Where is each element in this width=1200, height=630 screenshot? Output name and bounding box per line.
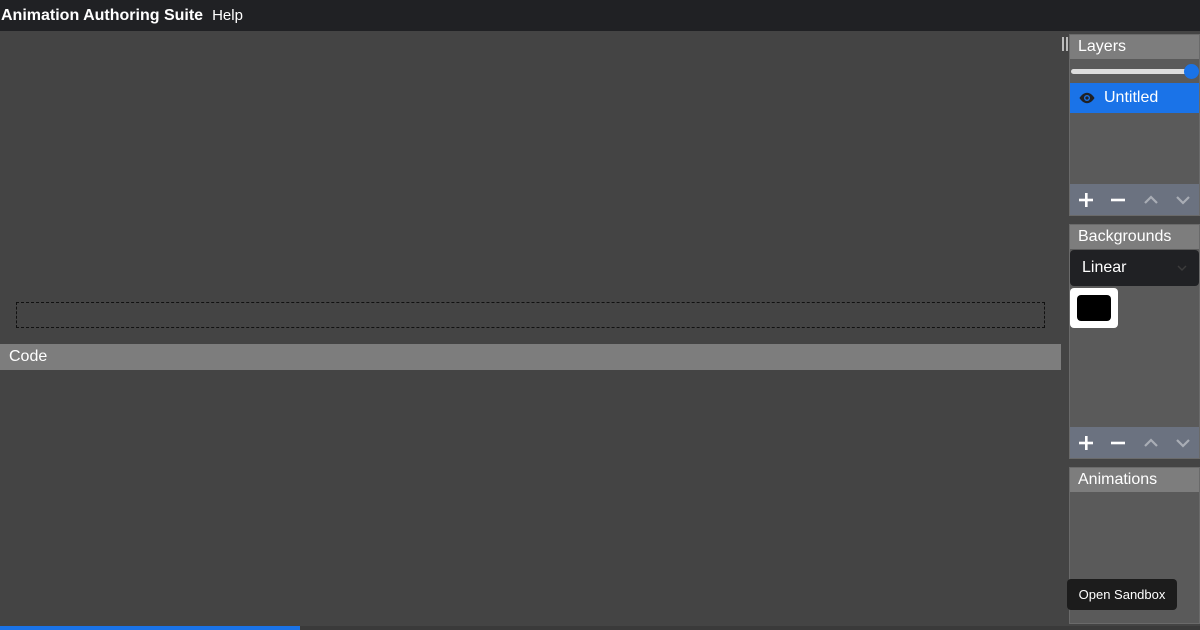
minus-icon — [1111, 198, 1126, 201]
plus-icon — [1079, 192, 1094, 207]
add-layer-button[interactable] — [1070, 184, 1102, 215]
move-layer-down-button[interactable] — [1167, 184, 1199, 215]
remove-background-button[interactable] — [1102, 427, 1134, 458]
layers-toolbar — [1070, 184, 1199, 215]
move-background-down-button[interactable] — [1167, 427, 1199, 458]
add-background-button[interactable] — [1070, 427, 1102, 458]
background-type-select[interactable]: Linear — [1070, 250, 1199, 286]
slider-thumb[interactable] — [1184, 64, 1199, 79]
eye-icon[interactable] — [1078, 92, 1096, 104]
menu-help[interactable]: Help — [212, 7, 243, 24]
move-background-up-button[interactable] — [1135, 427, 1167, 458]
plus-icon — [1079, 435, 1094, 450]
chevron-up-icon — [1143, 437, 1158, 447]
layers-panel: Layers Untitled — [1069, 34, 1200, 216]
background-type-value: Linear — [1082, 259, 1127, 276]
app-title: Animation Authoring Suite — [1, 6, 204, 24]
layer-item-untitled[interactable]: Untitled — [1070, 83, 1199, 113]
code-editor[interactable] — [0, 370, 1061, 626]
chevron-down-icon — [1176, 195, 1190, 205]
remove-layer-button[interactable] — [1102, 184, 1134, 215]
menubar: Animation Authoring Suite Help — [0, 0, 1200, 31]
layers-opacity-slider[interactable] — [1070, 59, 1199, 83]
animations-header: Animations — [1070, 468, 1199, 492]
progress-bar — [0, 626, 1200, 630]
layer-item-label: Untitled — [1104, 89, 1159, 106]
chevron-up-icon — [1143, 194, 1158, 204]
layers-header: Layers — [1070, 35, 1199, 59]
open-sandbox-tooltip: Open Sandbox — [1067, 579, 1177, 610]
slider-track — [1071, 69, 1191, 74]
backgrounds-panel: Backgrounds Linear — [1069, 224, 1200, 459]
chevron-down-icon — [1176, 438, 1190, 448]
minus-icon — [1111, 441, 1126, 444]
stage-canvas[interactable] — [0, 31, 1061, 344]
panel-resize-handle[interactable] — [1062, 37, 1068, 51]
background-color-swatch[interactable] — [1070, 288, 1118, 328]
code-header[interactable]: Code — [0, 344, 1061, 370]
backgrounds-toolbar — [1070, 427, 1199, 458]
color-swatch-fill — [1077, 295, 1111, 321]
chevron-down-icon — [1177, 265, 1187, 271]
move-layer-up-button[interactable] — [1135, 184, 1167, 215]
stage-selection-box[interactable] — [16, 302, 1045, 328]
progress-fill — [0, 626, 300, 630]
backgrounds-header: Backgrounds — [1070, 225, 1199, 249]
